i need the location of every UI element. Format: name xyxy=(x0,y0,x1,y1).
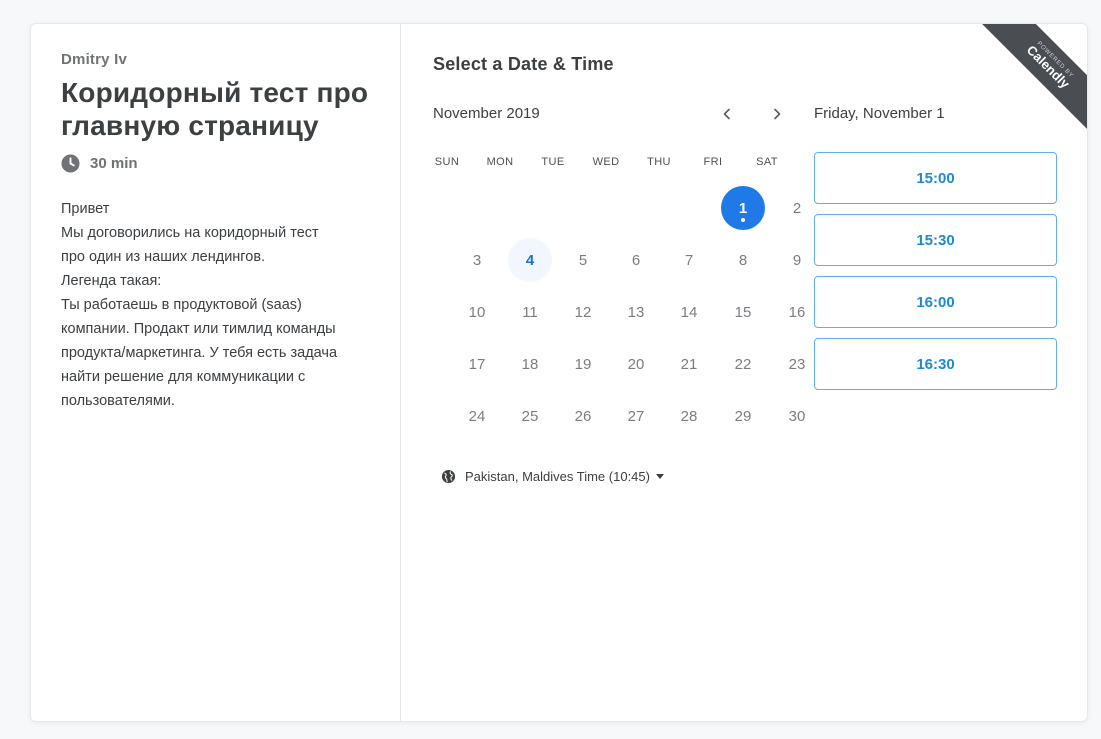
calendar-day: 2 xyxy=(792,199,802,217)
calendar-day: 22 xyxy=(734,355,752,373)
calendar-day: 6 xyxy=(631,251,641,269)
chevron-left-icon xyxy=(723,108,730,120)
description-line: пользователями. xyxy=(61,393,175,409)
calendar-day: 30 xyxy=(788,407,806,425)
duration-label: 30 min xyxy=(90,155,138,172)
time-slot-button[interactable]: 16:00 xyxy=(814,276,1057,328)
calendar-day: 19 xyxy=(574,355,592,373)
host-name: Dmitry Iv xyxy=(61,51,127,68)
calendar-day: 9 xyxy=(792,251,802,269)
calendar-day: 3 xyxy=(472,251,482,269)
time-slot-button[interactable]: 15:00 xyxy=(814,152,1057,204)
booking-card: Dmitry Iv Коридорный тест про главную ст… xyxy=(30,23,1088,722)
day-number: 1 xyxy=(738,199,748,217)
month-label: November 2019 xyxy=(433,105,540,122)
globe-icon xyxy=(441,469,456,484)
weekday-sun: SUN xyxy=(434,156,460,168)
description-line: Легенда такая: xyxy=(61,273,162,289)
calendar-day: 15 xyxy=(734,303,752,321)
caret-down-icon xyxy=(655,474,664,479)
calendar-day: 27 xyxy=(627,407,645,425)
calendar-day: 20 xyxy=(627,355,645,373)
calendar-day: 24 xyxy=(468,407,486,425)
calendly-ribbon[interactable]: POWERED BY Calendly xyxy=(977,24,1087,134)
selected-date-label: Friday, November 1 xyxy=(814,105,945,122)
calendar-day: 16 xyxy=(788,303,806,321)
chevron-right-icon xyxy=(774,108,781,120)
calendar-day: 25 xyxy=(521,407,539,425)
weekday-mon: MON xyxy=(486,156,514,168)
calendar-day: 12 xyxy=(574,303,592,321)
calendar-day-1[interactable]: 1 xyxy=(721,186,765,230)
calendar-day: 10 xyxy=(468,303,486,321)
event-details-panel: Dmitry Iv Коридорный тест про главную ст… xyxy=(31,24,401,721)
prev-month-button[interactable] xyxy=(715,102,739,126)
weekday-thu: THU xyxy=(647,156,671,168)
calendar-day: 17 xyxy=(468,355,486,373)
calendar-day: 11 xyxy=(522,303,538,321)
calendar-day: 21 xyxy=(680,355,698,373)
calendar-day: 8 xyxy=(738,251,748,269)
event-title-line: Коридорный тест про xyxy=(61,77,369,108)
event-description: Привет Мы договорились на коридорный тес… xyxy=(61,197,370,413)
scheduler-title: Select a Date & Time xyxy=(433,54,614,74)
description-line: Мы договорились на коридорный тест xyxy=(61,225,319,241)
time-slot-button[interactable]: 15:30 xyxy=(814,214,1057,266)
calendar-day: 28 xyxy=(680,407,698,425)
calendar-day: 13 xyxy=(627,303,645,321)
calendar-day-4[interactable]: 4 xyxy=(508,238,552,282)
weekday-wed: WED xyxy=(592,156,620,168)
calendar-day: 29 xyxy=(734,407,752,425)
calendar-day: 14 xyxy=(680,303,698,321)
event-duration: 30 min xyxy=(61,154,370,173)
calendar-day: 23 xyxy=(788,355,806,373)
calendar-day: 5 xyxy=(578,251,588,269)
description-line: Привет xyxy=(61,201,110,217)
weekday-sat: SAT xyxy=(756,156,778,168)
event-title: Коридорный тест про главную страницу xyxy=(61,76,370,142)
description-line: продукта/маркетинга. У тебя есть задача xyxy=(61,345,338,361)
next-month-button[interactable] xyxy=(765,102,789,126)
weekday-tue: TUE xyxy=(541,156,565,168)
description-line: найти решение для коммуникации с xyxy=(61,369,306,385)
event-title-line: главную страницу xyxy=(61,110,319,141)
selected-day-dot xyxy=(741,218,745,222)
description-line: компании. Продакт или тимлид команды xyxy=(61,321,336,337)
description-line: про один из наших лендингов. xyxy=(61,249,266,265)
powered-by-badge: POWERED BY Calendly xyxy=(977,24,1087,134)
timezone-label: Pakistan, Maldives Time (10:45) xyxy=(465,469,650,484)
description-line: Ты работаешь в продуктовой (saas) xyxy=(61,297,302,313)
calendar-day: 18 xyxy=(521,355,539,373)
calendar-day: 7 xyxy=(684,251,694,269)
clock-icon xyxy=(61,154,80,173)
time-slot-button[interactable]: 16:30 xyxy=(814,338,1057,390)
calendar-day: 26 xyxy=(574,407,592,425)
weekday-fri: FRI xyxy=(703,156,723,168)
timezone-selector[interactable]: Pakistan, Maldives Time (10:45) xyxy=(441,469,664,484)
